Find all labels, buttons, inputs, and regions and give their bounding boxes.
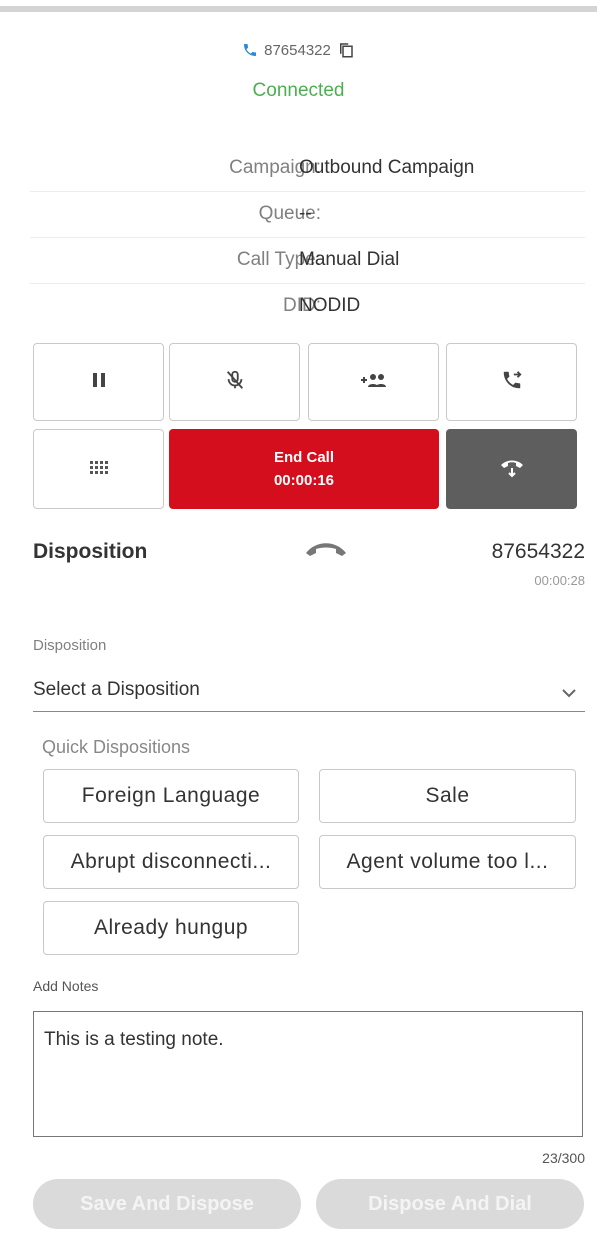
dispose-and-dial-button[interactable]: Dispose And Dial (316, 1179, 584, 1229)
disposition-select-value: Select a Disposition (33, 679, 200, 700)
disposition-select[interactable]: Select a Disposition (33, 670, 585, 712)
chevron-down-icon (561, 682, 577, 704)
info-value: -- (299, 203, 312, 224)
transfer-call-icon (501, 369, 523, 396)
call-ended-icon (304, 541, 348, 562)
phone-icon (242, 42, 258, 58)
save-and-dispose-button[interactable]: Save And Dispose (33, 1179, 301, 1229)
copy-icon[interactable] (337, 41, 355, 59)
info-row-call-type: Call Type: Manual Dial (30, 238, 585, 284)
notes-textarea[interactable]: This is a testing note. (33, 1011, 583, 1137)
info-value: NODID (299, 295, 361, 316)
info-row-queue: Queue: -- (30, 192, 585, 238)
disposition-number: 87654322 (491, 540, 585, 563)
notes-label: Add Notes (33, 978, 99, 994)
end-call-timer: 00:00:16 (273, 472, 335, 489)
dialpad-icon (89, 460, 109, 479)
add-participant-icon (360, 371, 388, 394)
call-panel: 87654322 Connected Campaign: Outbound Ca… (0, 0, 597, 1250)
mute-mic-icon (224, 368, 246, 397)
disposition-timer: 00:00:28 (534, 573, 585, 588)
call-header: 87654322 (0, 36, 597, 64)
disposition-title: Disposition (33, 540, 148, 563)
quick-disposition-button[interactable]: Agent volume too l... (319, 835, 576, 889)
info-value: Manual Dial (299, 249, 400, 270)
mute-button[interactable] (169, 343, 300, 421)
quick-disposition-button[interactable]: Abrupt disconnecti... (43, 835, 299, 889)
quick-disposition-button[interactable]: Sale (319, 769, 576, 823)
quick-disposition-button[interactable]: Already hungup (43, 901, 299, 955)
end-call-label: End Call (273, 449, 334, 466)
info-row-campaign: Campaign: Outbound Campaign (30, 146, 585, 192)
notes-char-counter: 23/300 (542, 1150, 585, 1166)
hangup-icon (499, 456, 525, 483)
quick-disposition-button[interactable]: Foreign Language (43, 769, 299, 823)
hold-button[interactable] (33, 343, 164, 421)
dialpad-button[interactable] (33, 429, 164, 509)
hangup-button[interactable] (446, 429, 577, 509)
info-row-did: DID: NODID (30, 284, 585, 330)
top-divider (0, 6, 597, 12)
disposition-field-label: Disposition (33, 637, 107, 654)
quick-dispositions-label: Quick Dispositions (42, 737, 191, 757)
transfer-button[interactable] (446, 343, 577, 421)
info-value: Outbound Campaign (299, 157, 475, 178)
add-participant-button[interactable] (308, 343, 439, 421)
pause-icon (91, 371, 107, 394)
call-status: Connected (252, 80, 345, 101)
caller-number: 87654322 (264, 41, 331, 59)
end-call-button[interactable]: End Call 00:00:16 (169, 429, 439, 509)
